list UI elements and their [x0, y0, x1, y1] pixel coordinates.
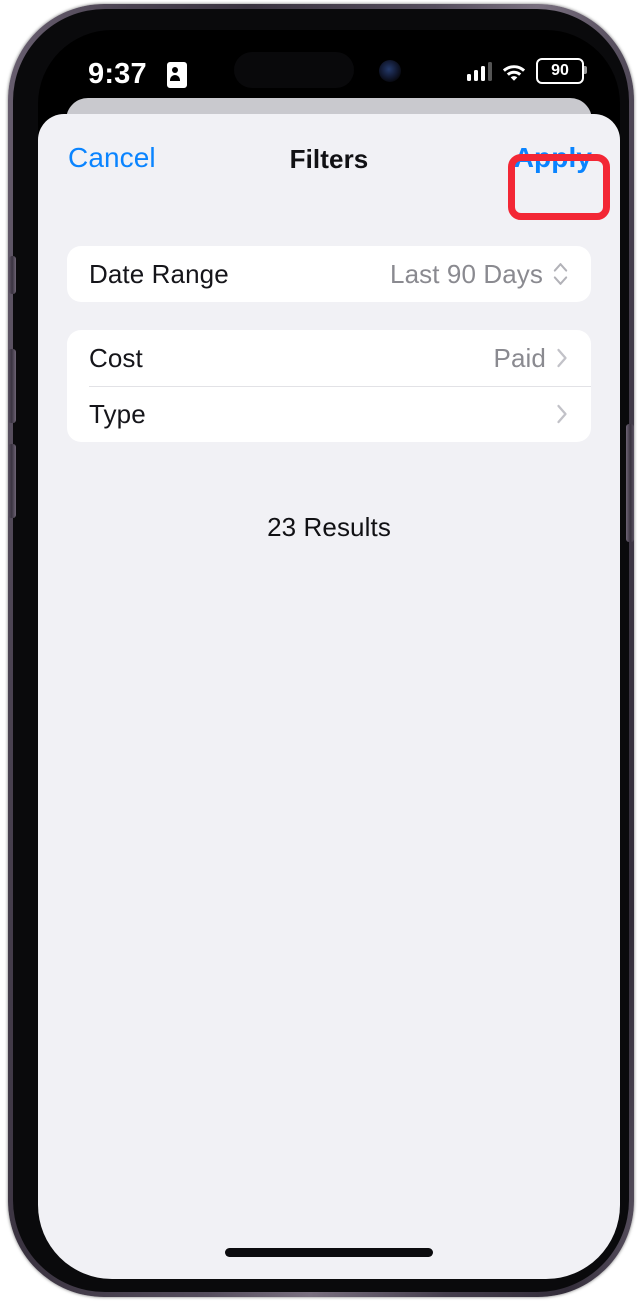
cost-row[interactable]: Cost Paid: [67, 330, 591, 386]
front-camera-icon: [379, 60, 401, 82]
date-range-value: Last 90 Days: [390, 258, 543, 289]
phone-frame: 9:37 90 Cancel Filters Apply Date Range …: [8, 4, 634, 1297]
results-count: 23 Results: [267, 512, 391, 542]
chevron-right-icon: [555, 345, 569, 371]
date-range-row[interactable]: Date Range Last 90 Days: [67, 246, 591, 302]
status-bar-indicators: 90: [466, 58, 587, 84]
chevron-up-down-icon: [552, 261, 569, 287]
status-bar-time: 9:37: [88, 58, 147, 90]
dynamic-island: [234, 52, 354, 88]
type-value-group: [546, 401, 569, 427]
cost-value: Paid: [493, 342, 546, 373]
cost-value-group: Paid: [494, 343, 569, 374]
sheet-nav-bar: Cancel Filters Apply: [38, 114, 620, 220]
type-label: Type: [89, 398, 146, 429]
battery-icon: 90: [536, 58, 587, 84]
date-range-value-group: Last 90 Days: [390, 259, 569, 290]
type-row[interactable]: Type: [67, 386, 591, 442]
home-indicator[interactable]: [225, 1248, 433, 1257]
chevron-right-icon: [555, 401, 569, 427]
mute-switch-button[interactable]: [9, 256, 16, 294]
volume-up-button[interactable]: [8, 349, 16, 423]
filters-sheet: Cancel Filters Apply Date Range Last 90 …: [38, 114, 620, 1279]
filters-card: Cost Paid Type: [67, 330, 591, 442]
date-range-card: Date Range Last 90 Days: [67, 246, 591, 302]
portrait-orientation-lock-icon: [167, 62, 187, 88]
phone-screen: 9:37 90 Cancel Filters Apply Date Range …: [38, 30, 620, 1279]
date-range-label: Date Range: [89, 258, 229, 289]
cost-label: Cost: [89, 342, 143, 373]
wifi-icon: [501, 62, 527, 81]
cellular-signal-icon: [466, 61, 492, 81]
volume-down-button[interactable]: [8, 444, 16, 518]
apply-button[interactable]: Apply: [514, 142, 592, 174]
battery-percentage: 90: [551, 62, 569, 79]
power-button[interactable]: [626, 424, 634, 542]
